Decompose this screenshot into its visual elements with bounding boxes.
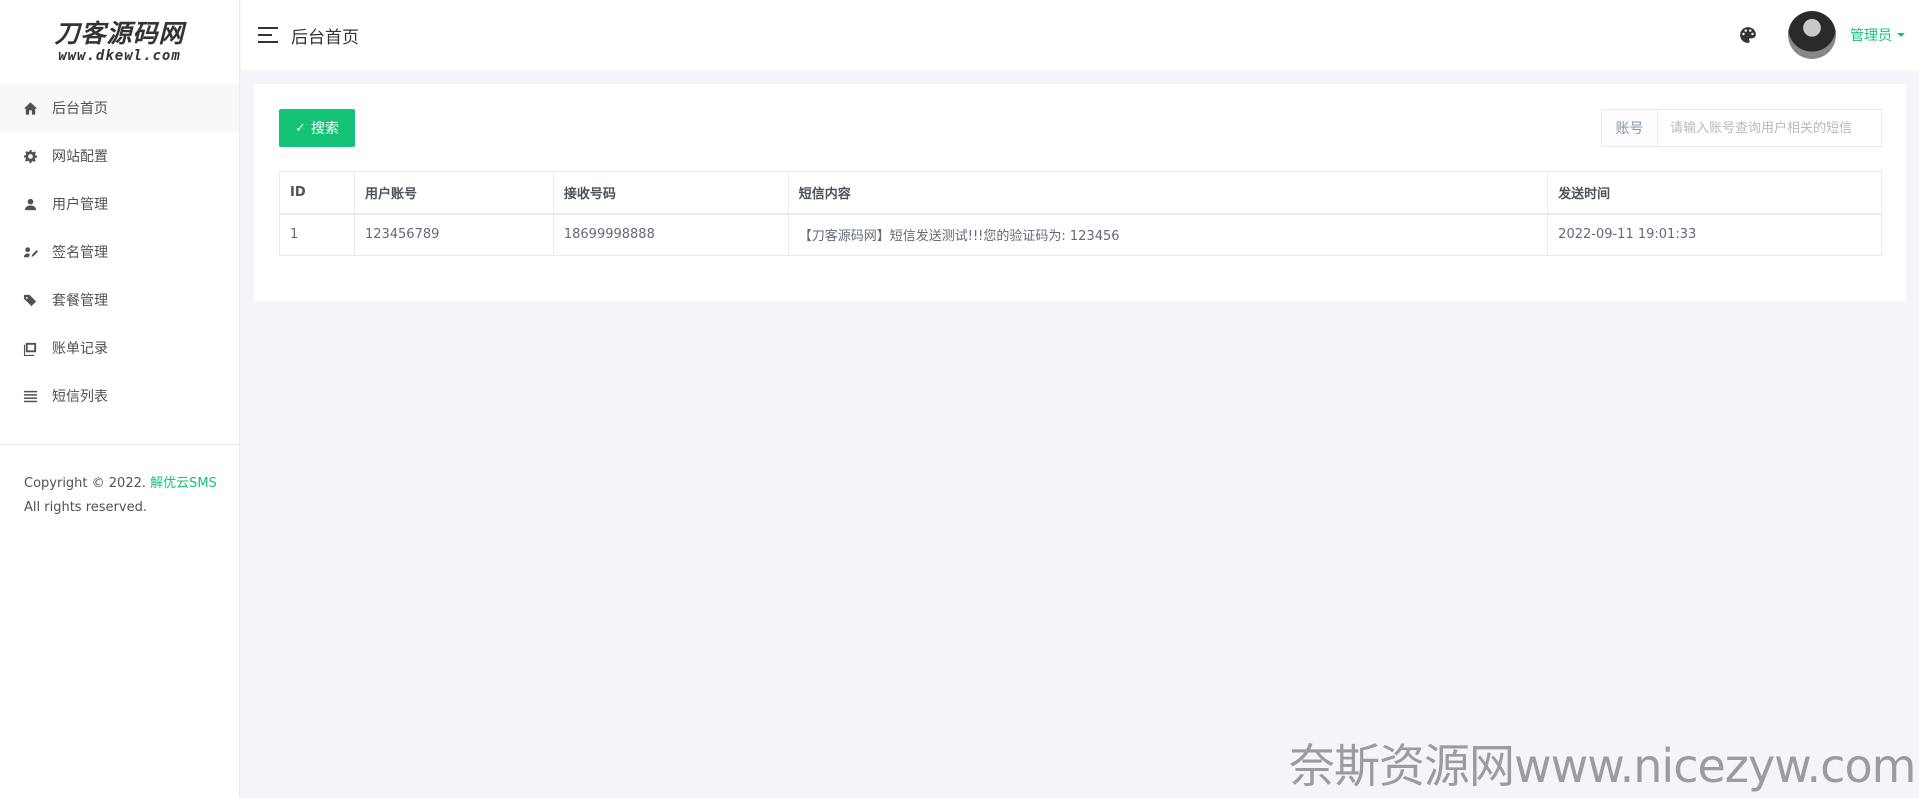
column-header-content: 短信内容 <box>787 171 1549 215</box>
sidebar-menu: 后台首页 网站配置 用户管理 签名管理 套餐管理 账单记录 短信列表 <box>0 84 239 420</box>
column-header-time: 发送时间 <box>1547 171 1882 215</box>
signature-icon <box>22 244 38 260</box>
book-icon <box>22 340 38 356</box>
copyright-suffix: All rights reserved. <box>24 500 147 515</box>
sidebar-item-label: 账单记录 <box>52 341 108 357</box>
gear-icon <box>22 148 38 164</box>
search-button-label: 搜索 <box>310 120 339 136</box>
sidebar-item-label: 后台首页 <box>52 101 108 117</box>
cell-receiver: 18699998888 <box>552 213 789 256</box>
logo[interactable]: 刀客源码网 www.dkewl.com <box>0 0 239 84</box>
home-icon <box>22 100 38 116</box>
cell-account: 123456789 <box>353 213 554 256</box>
tags-icon <box>22 292 38 308</box>
copyright-text: Copyright © 2022. <box>24 476 147 491</box>
logo-subtitle: www.dkewl.com <box>58 48 181 64</box>
page-title: 后台首页 <box>291 27 359 48</box>
sidebar-item-signatures[interactable]: 签名管理 <box>0 228 239 276</box>
header-right: 管理员 <box>1738 0 1919 70</box>
sidebar-item-label: 网站配置 <box>52 149 108 165</box>
search-input[interactable] <box>1658 110 1881 146</box>
cell-id: 1 <box>279 213 355 256</box>
sidebar-item-site-config[interactable]: 网站配置 <box>0 132 239 180</box>
table-header-row: ID 用户账号 接收号码 短信内容 发送时间 <box>279 171 1882 215</box>
list-icon <box>22 388 38 404</box>
palette-icon[interactable] <box>1738 25 1758 45</box>
copyright-brand-link[interactable]: 解优云SMS <box>150 476 217 491</box>
search-group: 账号 <box>1601 109 1882 147</box>
content-card: ✓ 搜索 账号 ID 用户账号 接收号码 短信内容 发送时间 1 1234567… <box>254 84 1906 301</box>
logo-title: 刀客源码网 <box>54 19 185 48</box>
sidebar-item-sms-list[interactable]: 短信列表 <box>0 372 239 420</box>
user-name: 管理员 <box>1850 28 1892 44</box>
search-button[interactable]: ✓ 搜索 <box>279 109 355 147</box>
sidebar-item-packages[interactable]: 套餐管理 <box>0 276 239 324</box>
top-header: 后台首页 管理员 <box>241 0 1919 70</box>
sidebar-item-label: 用户管理 <box>52 197 108 213</box>
sidebar-item-bills[interactable]: 账单记录 <box>0 324 239 372</box>
column-header-id: ID <box>279 171 355 215</box>
column-header-account: 用户账号 <box>353 171 554 215</box>
table-row: 1 123456789 18699998888 【刀客源码网】短信发送测试!!!… <box>279 213 1882 256</box>
sms-table: ID 用户账号 接收号码 短信内容 发送时间 1 123456789 18699… <box>279 171 1882 256</box>
user-menu-button[interactable]: 管理员 <box>1850 25 1905 45</box>
chevron-down-icon <box>1897 33 1905 37</box>
cell-time: 2022-09-11 19:01:33 <box>1547 213 1882 256</box>
menu-toggle-icon[interactable] <box>258 27 280 43</box>
sidebar-item-dashboard[interactable]: 后台首页 <box>0 84 239 132</box>
sidebar-item-label: 签名管理 <box>52 245 108 261</box>
watermark: 奈斯资源网www.nicezyw.com <box>1289 739 1916 793</box>
sidebar-item-label: 套餐管理 <box>52 293 108 309</box>
sidebar: 刀客源码网 www.dkewl.com 后台首页 网站配置 用户管理 签名管理 <box>0 0 240 798</box>
sidebar-item-users[interactable]: 用户管理 <box>0 180 239 228</box>
check-icon: ✓ <box>295 120 306 135</box>
sidebar-item-label: 短信列表 <box>52 389 108 405</box>
cell-content: 【刀客源码网】短信发送测试!!!您的验证码为: 123456 <box>787 213 1549 256</box>
divider <box>0 444 240 445</box>
copyright: Copyright © 2022. 解优云SMS All rights rese… <box>24 472 217 520</box>
search-addon-label: 账号 <box>1602 110 1658 146</box>
avatar[interactable] <box>1788 11 1836 59</box>
user-icon <box>22 196 38 212</box>
column-header-receiver: 接收号码 <box>552 171 789 215</box>
